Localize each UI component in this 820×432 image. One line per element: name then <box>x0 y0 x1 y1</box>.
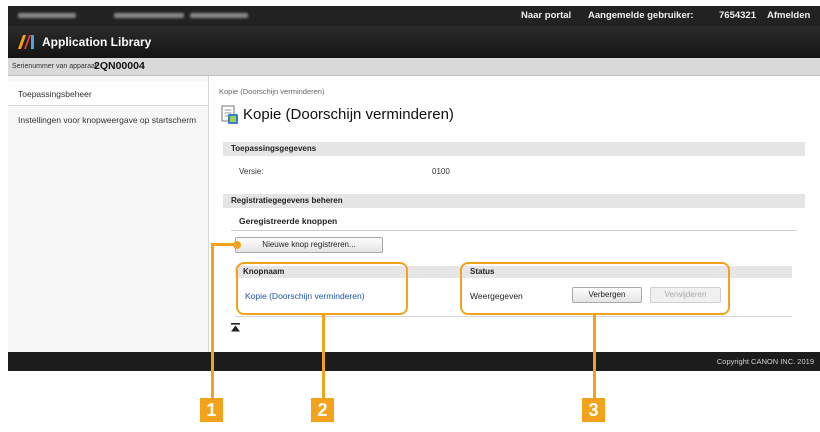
logged-in-label: Aangemelde gebruiker: <box>588 10 694 21</box>
divider <box>231 230 797 231</box>
sidebar-item-application-management[interactable]: Toepassingsbeheer <box>8 82 208 106</box>
callout-3-box <box>460 262 730 315</box>
app-header: Application Library <box>8 26 820 58</box>
sidebar-item-button-display-settings[interactable]: Instellingen voor knopweergave op starts… <box>8 108 208 127</box>
back-to-top-icon[interactable] <box>231 323 240 332</box>
version-label: Versie: <box>239 167 264 176</box>
user-id: 7654321 <box>719 10 756 21</box>
top-bar: Naar portal Aangemelde gebruiker: 765432… <box>8 6 820 26</box>
blurred-text <box>114 13 184 18</box>
serial-bar: Serienummer van apparaat 2QN00004 <box>8 58 820 76</box>
registered-buttons-subheading: Geregistreerde knoppen <box>239 216 338 226</box>
app-library-logo-icon <box>18 35 34 49</box>
callout-3-number: 3 <box>582 398 605 422</box>
app-info-heading: Toepassingsgegevens <box>223 142 805 156</box>
version-value: 0100 <box>432 167 450 176</box>
callout-1-leader <box>211 243 214 401</box>
callout-3-leader <box>593 313 596 401</box>
blurred-text <box>18 13 76 18</box>
serial-label: Serienummer van apparaat <box>12 63 97 70</box>
callout-2-number: 2 <box>311 398 334 422</box>
breadcrumb: Kopie (Doorschijn verminderen) <box>219 87 325 96</box>
footer: Copyright CANON INC. 2019 <box>8 352 820 371</box>
portal-link[interactable]: Naar portal <box>521 10 571 21</box>
copy-app-icon <box>221 105 238 124</box>
page-title: Kopie (Doorschijn verminderen) <box>243 106 454 123</box>
register-new-button[interactable]: Nieuwe knop registreren... <box>235 237 383 253</box>
callout-2-leader <box>322 313 325 401</box>
app-title: Application Library <box>42 35 152 49</box>
serial-value: 2QN00004 <box>94 60 145 72</box>
callout-2-box <box>236 262 408 315</box>
divider <box>235 316 792 317</box>
registration-heading: Registratiegegevens beheren <box>223 194 805 208</box>
logout-link[interactable]: Afmelden <box>767 10 810 21</box>
blurred-text <box>190 13 248 18</box>
callout-1-leader <box>211 243 236 246</box>
sidebar: Toepassingsbeheer Instellingen voor knop… <box>8 76 209 352</box>
copyright-text: Copyright CANON INC. 2019 <box>716 357 814 366</box>
callout-1-number: 1 <box>200 398 223 422</box>
